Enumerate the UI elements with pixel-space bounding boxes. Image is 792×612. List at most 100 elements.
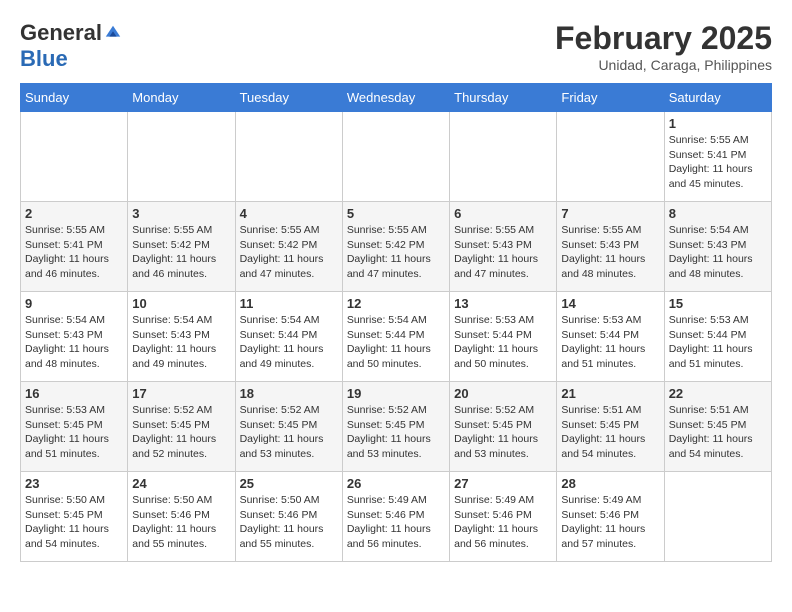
day-info: Sunrise: 5:54 AM Sunset: 5:43 PM Dayligh…	[25, 313, 123, 372]
calendar-week-row: 23 Sunrise: 5:50 AM Sunset: 5:45 PM Dayli…	[21, 472, 772, 562]
day-info: Sunrise: 5:50 AM Sunset: 5:45 PM Dayligh…	[25, 493, 123, 552]
calendar-cell: 9 Sunrise: 5:54 AM Sunset: 5:43 PM Daylig…	[21, 292, 128, 382]
calendar-cell	[21, 112, 128, 202]
calendar-cell	[664, 472, 771, 562]
day-number: 22	[669, 386, 767, 401]
calendar-cell: 22 Sunrise: 5:51 AM Sunset: 5:45 PM Dayli…	[664, 382, 771, 472]
day-number: 7	[561, 206, 659, 221]
day-number: 1	[669, 116, 767, 131]
calendar-cell	[450, 112, 557, 202]
calendar-header-sunday: Sunday	[21, 84, 128, 112]
calendar-cell: 13 Sunrise: 5:53 AM Sunset: 5:44 PM Dayli…	[450, 292, 557, 382]
calendar-header-tuesday: Tuesday	[235, 84, 342, 112]
day-info: Sunrise: 5:54 AM Sunset: 5:44 PM Dayligh…	[240, 313, 338, 372]
logo-general-text: General	[20, 20, 102, 46]
calendar-cell: 17 Sunrise: 5:52 AM Sunset: 5:45 PM Dayli…	[128, 382, 235, 472]
day-info: Sunrise: 5:55 AM Sunset: 5:42 PM Dayligh…	[347, 223, 445, 282]
calendar-cell: 5 Sunrise: 5:55 AM Sunset: 5:42 PM Daylig…	[342, 202, 449, 292]
calendar-cell	[342, 112, 449, 202]
day-info: Sunrise: 5:52 AM Sunset: 5:45 PM Dayligh…	[347, 403, 445, 462]
calendar-cell: 2 Sunrise: 5:55 AM Sunset: 5:41 PM Daylig…	[21, 202, 128, 292]
day-number: 2	[25, 206, 123, 221]
calendar-cell: 24 Sunrise: 5:50 AM Sunset: 5:46 PM Dayli…	[128, 472, 235, 562]
day-number: 9	[25, 296, 123, 311]
calendar-header-wednesday: Wednesday	[342, 84, 449, 112]
calendar-header-friday: Friday	[557, 84, 664, 112]
day-info: Sunrise: 5:55 AM Sunset: 5:42 PM Dayligh…	[132, 223, 230, 282]
day-number: 26	[347, 476, 445, 491]
logo-blue-text: Blue	[20, 46, 68, 72]
calendar-cell: 14 Sunrise: 5:53 AM Sunset: 5:44 PM Dayli…	[557, 292, 664, 382]
day-info: Sunrise: 5:52 AM Sunset: 5:45 PM Dayligh…	[240, 403, 338, 462]
calendar-cell: 4Sunrise: 5:55 AM Sunset: 5:42 PM Daylig…	[235, 202, 342, 292]
calendar-week-row: 2 Sunrise: 5:55 AM Sunset: 5:41 PM Daylig…	[21, 202, 772, 292]
calendar-cell	[557, 112, 664, 202]
calendar-cell: 19 Sunrise: 5:52 AM Sunset: 5:45 PM Dayli…	[342, 382, 449, 472]
day-number: 6	[454, 206, 552, 221]
day-number: 11	[240, 296, 338, 311]
day-info: Sunrise: 5:51 AM Sunset: 5:45 PM Dayligh…	[669, 403, 767, 462]
day-info: Sunrise: 5:54 AM Sunset: 5:43 PM Dayligh…	[132, 313, 230, 372]
day-info: Sunrise: 5:53 AM Sunset: 5:45 PM Dayligh…	[25, 403, 123, 462]
calendar-cell: 21 Sunrise: 5:51 AM Sunset: 5:45 PM Dayli…	[557, 382, 664, 472]
day-number: 19	[347, 386, 445, 401]
calendar-header-row: SundayMondayTuesdayWednesdayThursdayFrid…	[21, 84, 772, 112]
day-info: Sunrise: 5:55 AM Sunset: 5:41 PM Dayligh…	[669, 133, 767, 192]
day-number: 25	[240, 476, 338, 491]
day-number: 5	[347, 206, 445, 221]
title-section: February 2025 Unidad, Caraga, Philippine…	[555, 20, 772, 73]
calendar-cell: 7 Sunrise: 5:55 AM Sunset: 5:43 PM Daylig…	[557, 202, 664, 292]
day-info: Sunrise: 5:52 AM Sunset: 5:45 PM Dayligh…	[454, 403, 552, 462]
calendar-cell	[128, 112, 235, 202]
day-number: 21	[561, 386, 659, 401]
day-info: Sunrise: 5:50 AM Sunset: 5:46 PM Dayligh…	[132, 493, 230, 552]
day-info: Sunrise: 5:51 AM Sunset: 5:45 PM Dayligh…	[561, 403, 659, 462]
calendar-cell: 20 Sunrise: 5:52 AM Sunset: 5:45 PM Dayli…	[450, 382, 557, 472]
day-info: Sunrise: 5:49 AM Sunset: 5:46 PM Dayligh…	[347, 493, 445, 552]
calendar-week-row: 16 Sunrise: 5:53 AM Sunset: 5:45 PM Dayli…	[21, 382, 772, 472]
calendar-cell: 25 Sunrise: 5:50 AM Sunset: 5:46 PM Dayli…	[235, 472, 342, 562]
day-number: 17	[132, 386, 230, 401]
day-info: Sunrise: 5:53 AM Sunset: 5:44 PM Dayligh…	[669, 313, 767, 372]
day-info: Sunrise: 5:49 AM Sunset: 5:46 PM Dayligh…	[454, 493, 552, 552]
calendar-cell: 28 Sunrise: 5:49 AM Sunset: 5:46 PM Dayli…	[557, 472, 664, 562]
day-number: 20	[454, 386, 552, 401]
calendar-cell: 23 Sunrise: 5:50 AM Sunset: 5:45 PM Dayli…	[21, 472, 128, 562]
day-info: Sunrise: 5:52 AM Sunset: 5:45 PM Dayligh…	[132, 403, 230, 462]
day-number: 23	[25, 476, 123, 491]
day-number: 18	[240, 386, 338, 401]
day-number: 13	[454, 296, 552, 311]
calendar-cell: 18 Sunrise: 5:52 AM Sunset: 5:45 PM Dayli…	[235, 382, 342, 472]
calendar-header-thursday: Thursday	[450, 84, 557, 112]
calendar-week-row: 1 Sunrise: 5:55 AM Sunset: 5:41 PM Daylig…	[21, 112, 772, 202]
day-info: Sunrise: 5:53 AM Sunset: 5:44 PM Dayligh…	[561, 313, 659, 372]
calendar-cell: 3Sunrise: 5:55 AM Sunset: 5:42 PM Daylig…	[128, 202, 235, 292]
day-info: Sunrise: 5:49 AM Sunset: 5:46 PM Dayligh…	[561, 493, 659, 552]
day-info: Sunrise: 5:50 AM Sunset: 5:46 PM Dayligh…	[240, 493, 338, 552]
calendar-cell: 27 Sunrise: 5:49 AM Sunset: 5:46 PM Dayli…	[450, 472, 557, 562]
day-info: Sunrise: 5:55 AM Sunset: 5:43 PM Dayligh…	[454, 223, 552, 282]
day-info: Sunrise: 5:55 AM Sunset: 5:43 PM Dayligh…	[561, 223, 659, 282]
day-info: Sunrise: 5:53 AM Sunset: 5:44 PM Dayligh…	[454, 313, 552, 372]
calendar-cell: 11 Sunrise: 5:54 AM Sunset: 5:44 PM Dayli…	[235, 292, 342, 382]
day-number: 14	[561, 296, 659, 311]
day-number: 24	[132, 476, 230, 491]
day-info: Sunrise: 5:54 AM Sunset: 5:43 PM Dayligh…	[669, 223, 767, 282]
calendar-cell: 15Sunrise: 5:53 AM Sunset: 5:44 PM Dayli…	[664, 292, 771, 382]
day-number: 12	[347, 296, 445, 311]
day-number: 27	[454, 476, 552, 491]
calendar-header-monday: Monday	[128, 84, 235, 112]
calendar-header-saturday: Saturday	[664, 84, 771, 112]
day-number: 8	[669, 206, 767, 221]
day-info: Sunrise: 5:55 AM Sunset: 5:41 PM Dayligh…	[25, 223, 123, 282]
day-info: Sunrise: 5:55 AM Sunset: 5:42 PM Dayligh…	[240, 223, 338, 282]
day-info: Sunrise: 5:54 AM Sunset: 5:44 PM Dayligh…	[347, 313, 445, 372]
calendar-cell: 16 Sunrise: 5:53 AM Sunset: 5:45 PM Dayli…	[21, 382, 128, 472]
calendar-cell: 8 Sunrise: 5:54 AM Sunset: 5:43 PM Daylig…	[664, 202, 771, 292]
logo: General Blue	[20, 20, 122, 72]
day-number: 28	[561, 476, 659, 491]
calendar-cell: 1 Sunrise: 5:55 AM Sunset: 5:41 PM Daylig…	[664, 112, 771, 202]
day-number: 10	[132, 296, 230, 311]
calendar-table: SundayMondayTuesdayWednesdayThursdayFrid…	[20, 83, 772, 562]
day-number: 16	[25, 386, 123, 401]
